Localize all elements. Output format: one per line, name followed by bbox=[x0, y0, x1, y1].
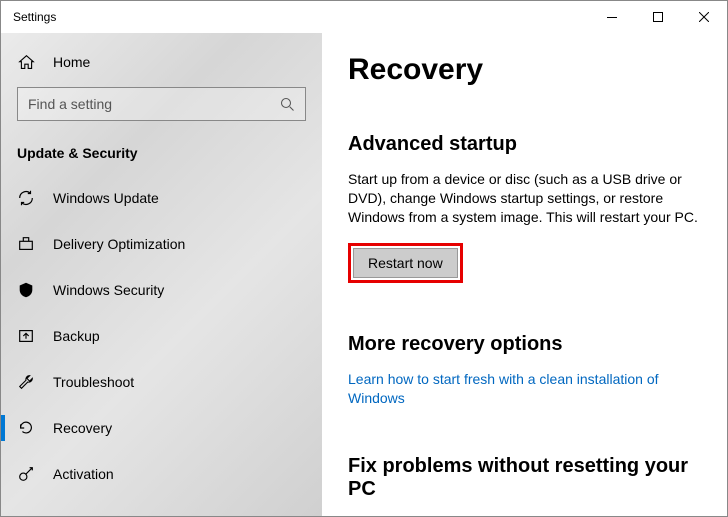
more-recovery-heading: More recovery options bbox=[348, 333, 701, 356]
wrench-icon bbox=[17, 373, 35, 391]
fresh-install-link[interactable]: Learn how to start fresh with a clean in… bbox=[348, 370, 701, 409]
nav-home-label: Home bbox=[53, 54, 90, 70]
search-box[interactable] bbox=[17, 87, 306, 121]
shield-icon bbox=[17, 281, 35, 299]
restart-highlight: Restart now bbox=[348, 243, 463, 283]
window-controls bbox=[589, 1, 727, 33]
page-title: Recovery bbox=[348, 53, 701, 87]
refresh-icon bbox=[17, 189, 35, 207]
nav-home[interactable]: Home bbox=[1, 41, 322, 83]
restart-now-button[interactable]: Restart now bbox=[353, 248, 458, 278]
sidebar-item-windows-security[interactable]: Windows Security bbox=[1, 267, 322, 313]
advanced-startup-desc: Start up from a device or disc (such as … bbox=[348, 170, 701, 227]
category-header: Update & Security bbox=[1, 127, 322, 175]
sidebar-item-label: Delivery Optimization bbox=[53, 236, 185, 252]
home-icon bbox=[17, 53, 35, 71]
search-icon bbox=[280, 97, 295, 112]
sidebar: Home Update & Security Windows Update bbox=[1, 33, 322, 516]
delivery-icon bbox=[17, 235, 35, 253]
sidebar-item-backup[interactable]: Backup bbox=[1, 313, 322, 359]
content-area: Recovery Advanced startup Start up from … bbox=[322, 33, 727, 516]
search-wrap bbox=[17, 87, 306, 121]
key-icon bbox=[17, 465, 35, 483]
sidebar-item-troubleshoot[interactable]: Troubleshoot bbox=[1, 359, 322, 405]
search-input[interactable] bbox=[28, 96, 280, 112]
maximize-button[interactable] bbox=[635, 1, 681, 33]
recovery-icon bbox=[17, 419, 35, 437]
sidebar-item-label: Recovery bbox=[53, 420, 112, 436]
sidebar-item-windows-update[interactable]: Windows Update bbox=[1, 175, 322, 221]
titlebar: Settings bbox=[1, 1, 727, 33]
sidebar-item-recovery[interactable]: Recovery bbox=[1, 405, 322, 451]
window-title: Settings bbox=[13, 10, 56, 24]
fix-problems-heading: Fix problems without resetting your PC bbox=[348, 455, 701, 501]
body-area: Home Update & Security Windows Update bbox=[1, 33, 727, 516]
sidebar-item-activation[interactable]: Activation bbox=[1, 451, 322, 497]
sidebar-item-label: Windows Update bbox=[53, 190, 159, 206]
sidebar-item-delivery-optimization[interactable]: Delivery Optimization bbox=[1, 221, 322, 267]
minimize-button[interactable] bbox=[589, 1, 635, 33]
backup-icon bbox=[17, 327, 35, 345]
sidebar-item-label: Troubleshoot bbox=[53, 374, 134, 390]
close-button[interactable] bbox=[681, 1, 727, 33]
advanced-startup-heading: Advanced startup bbox=[348, 133, 701, 156]
sidebar-item-label: Windows Security bbox=[53, 282, 164, 298]
sidebar-item-label: Activation bbox=[53, 466, 114, 482]
nav-list: Windows Update Delivery Optimization Win… bbox=[1, 175, 322, 497]
sidebar-item-label: Backup bbox=[53, 328, 100, 344]
